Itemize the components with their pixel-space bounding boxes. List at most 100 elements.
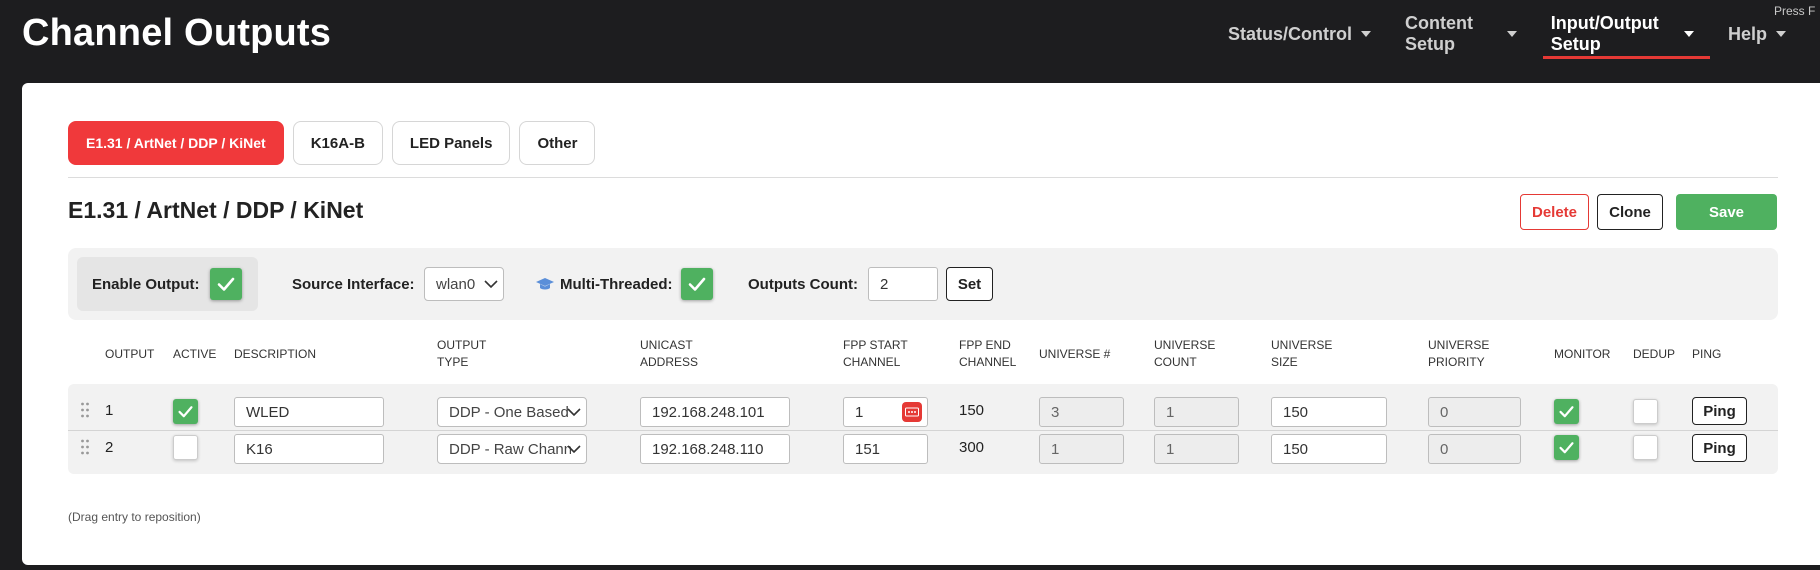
chevron-down-icon	[567, 445, 581, 454]
header-line: ADDRESS	[640, 355, 699, 369]
caret-down-icon	[1361, 31, 1371, 37]
source-interface-value: wlan0	[436, 275, 476, 293]
section-title: E1.31 / ArtNet / DDP / KiNet	[68, 197, 364, 223]
header-line: SIZE	[1271, 355, 1298, 369]
nav-label: Input/Output Setup	[1550, 13, 1659, 54]
universe-size-input[interactable]: 150	[1271, 434, 1387, 464]
save-button[interactable]: Save	[1676, 194, 1777, 230]
nav-status-control[interactable]: Status/Control	[1228, 22, 1371, 46]
header-line: COUNT	[1154, 355, 1197, 369]
check-icon	[178, 406, 193, 418]
col-header-universe-size: UNIVERSE SIZE	[1271, 337, 1332, 371]
unicast-address-input[interactable]: 192.168.248.110	[640, 434, 790, 464]
ping-button[interactable]: Ping	[1692, 397, 1747, 425]
drag-handle-icon[interactable]	[80, 402, 90, 418]
description-input[interactable]: K16	[234, 434, 384, 464]
tab-led-panels[interactable]: LED Panels	[391, 121, 511, 165]
page-title: Channel Outputs	[22, 12, 332, 54]
col-header-fpp-start-channel: FPP START CHANNEL	[843, 337, 908, 371]
caret-down-icon	[1683, 31, 1694, 37]
universe-count-input[interactable]: 1	[1154, 397, 1239, 427]
universe-priority-input[interactable]: 0	[1428, 397, 1521, 427]
col-header-universe-count: UNIVERSE COUNT	[1154, 337, 1215, 371]
multithreaded-label: Multi-Threaded:	[560, 276, 673, 293]
col-header-ping: PING	[1692, 347, 1722, 361]
dedup-checkbox[interactable]	[1633, 435, 1658, 460]
header-line: FPP END	[959, 338, 1011, 352]
col-header-description: DESCRIPTION	[234, 347, 317, 361]
tab-other[interactable]: Other	[519, 121, 596, 165]
active-checkbox[interactable]	[173, 399, 198, 424]
col-header-monitor: MONITOR	[1554, 347, 1611, 361]
header-line: UNIVERSE	[1271, 338, 1333, 352]
col-header-fpp-end-channel: FPP END CHANNEL	[959, 337, 1016, 371]
header-line: FPP START	[843, 338, 908, 352]
fpp-end-channel: 300	[959, 439, 985, 456]
delete-button[interactable]: Delete	[1520, 194, 1589, 230]
drag-handle-icon[interactable]	[80, 439, 90, 455]
active-checkbox[interactable]	[173, 435, 198, 460]
header-line: TYPE	[437, 355, 469, 369]
check-icon	[1559, 406, 1574, 418]
output-type-select[interactable]: DDP - One Based	[437, 397, 587, 427]
header-line: UNICAST	[640, 338, 693, 352]
description-input[interactable]: WLED	[234, 397, 384, 427]
clone-button[interactable]: Clone	[1597, 194, 1663, 230]
outputs-count-input[interactable]: 2	[868, 267, 938, 301]
universe-size-input[interactable]: 150	[1271, 397, 1387, 427]
caret-down-icon	[1776, 31, 1786, 37]
universe-priority-input[interactable]: 0	[1428, 434, 1521, 464]
graduation-cap-icon	[536, 278, 554, 290]
col-header-universe-priority: UNIVERSE PRIORITY	[1428, 337, 1489, 371]
enable-output-label: Enable Output:	[92, 276, 200, 293]
universe-input[interactable]: 1	[1039, 434, 1124, 464]
header-line: CHANNEL	[959, 355, 1017, 369]
col-header-active: ACTIVE	[173, 347, 217, 361]
unicast-address-input[interactable]: 192.168.248.101	[640, 397, 790, 427]
universe-input[interactable]: 3	[1039, 397, 1124, 427]
row-divider	[68, 430, 1778, 431]
check-icon	[217, 277, 235, 291]
output-number: 1	[105, 402, 114, 419]
check-icon	[1559, 442, 1574, 454]
keyboard-hint: Press F	[1774, 4, 1816, 18]
enable-output-checkbox[interactable]	[210, 268, 242, 300]
channel-picker-button[interactable]	[902, 402, 922, 422]
tabs-divider	[68, 177, 1778, 178]
monitor-checkbox[interactable]	[1554, 435, 1579, 460]
output-type-value: DDP - Raw Channel	[449, 440, 571, 458]
fpp-start-channel-input[interactable]: 151	[843, 434, 928, 464]
nav-label: Content Setup	[1405, 13, 1473, 54]
tab-k16a-b[interactable]: K16A-B	[292, 121, 383, 165]
chevron-down-icon	[484, 280, 498, 289]
monitor-checkbox[interactable]	[1554, 399, 1579, 424]
outputs-count-label: Outputs Count:	[748, 276, 858, 293]
caret-down-icon	[1506, 31, 1517, 37]
chevron-down-icon	[567, 408, 581, 417]
output-tabs: E1.31 / ArtNet / DDP / KiNet K16A-B LED …	[68, 121, 604, 165]
ping-button[interactable]: Ping	[1692, 434, 1747, 462]
drag-hint: (Drag entry to reposition)	[68, 510, 201, 524]
col-header-output: OUTPUT	[105, 347, 155, 361]
header-line: UNIVERSE	[1428, 338, 1490, 352]
output-type-select[interactable]: DDP - Raw Channel	[437, 434, 587, 464]
multithreaded-checkbox[interactable]	[681, 268, 713, 300]
source-interface-select[interactable]: wlan0	[424, 267, 504, 301]
nav-help[interactable]: Help	[1728, 22, 1786, 46]
tab-e131-artnet-ddp-kinet[interactable]: E1.31 / ArtNet / DDP / KiNet	[68, 121, 284, 165]
set-outputs-count-button[interactable]: Set	[946, 267, 993, 301]
col-header-output-type: OUTPUT TYPE	[437, 337, 486, 371]
col-header-dedup: DEDUP	[1633, 347, 1676, 361]
ellipsis-icon	[905, 407, 919, 417]
nav-input-output-setup[interactable]: Input/Output Setup	[1542, 13, 1711, 59]
col-header-unicast-address: UNICAST ADDRESS	[640, 337, 698, 371]
output-type-value: DDP - One Based	[449, 403, 569, 421]
nav-content-setup[interactable]: Content Setup	[1405, 13, 1517, 54]
nav-label: Help	[1727, 23, 1767, 44]
dedup-checkbox[interactable]	[1633, 399, 1658, 424]
top-navbar: Channel Outputs Status/Control Content S…	[0, 0, 1820, 82]
output-number: 2	[105, 439, 114, 456]
col-header-universe: UNIVERSE #	[1039, 347, 1111, 361]
header-line: PRIORITY	[1428, 355, 1485, 369]
universe-count-input[interactable]: 1	[1154, 434, 1239, 464]
